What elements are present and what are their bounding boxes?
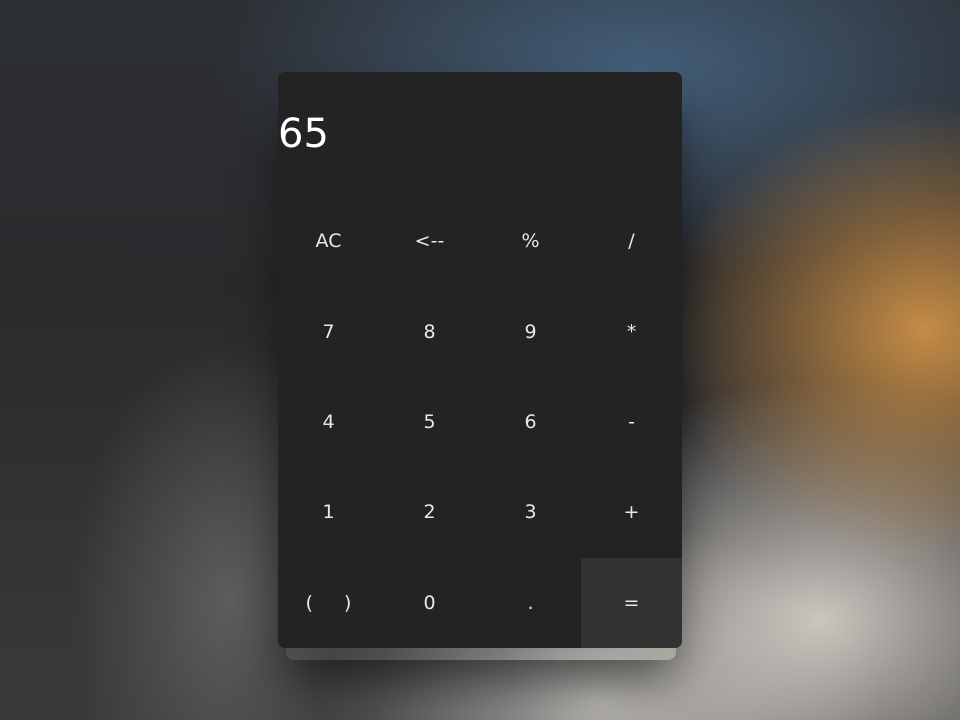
add-button[interactable]: + xyxy=(581,467,682,557)
digit-6-button[interactable]: 6 xyxy=(480,377,581,467)
decimal-button[interactable]: . xyxy=(480,558,581,648)
digit-5-button[interactable]: 5 xyxy=(379,377,480,467)
clear-button[interactable]: AC xyxy=(278,196,379,286)
calculator-display: 65 xyxy=(278,111,329,157)
divide-button[interactable]: / xyxy=(581,196,682,286)
close-paren-button[interactable]: ) xyxy=(344,592,351,614)
subtract-button[interactable]: - xyxy=(581,377,682,467)
keypad: AC <-- % / 7 8 9 * 4 5 6 - 1 2 3 + ( ) 0… xyxy=(278,196,682,648)
digit-0-button[interactable]: 0 xyxy=(379,558,480,648)
open-paren-button[interactable]: ( xyxy=(306,592,313,614)
backspace-button[interactable]: <-- xyxy=(379,196,480,286)
equals-button[interactable]: = xyxy=(581,557,682,648)
digit-9-button[interactable]: 9 xyxy=(480,286,581,376)
parentheses-cell: ( ) xyxy=(278,558,379,648)
calculator-window: 65 AC <-- % / 7 8 9 * 4 5 6 - 1 2 3 + ( … xyxy=(278,72,682,648)
digit-8-button[interactable]: 8 xyxy=(379,286,480,376)
digit-2-button[interactable]: 2 xyxy=(379,467,480,557)
digit-4-button[interactable]: 4 xyxy=(278,377,379,467)
digit-3-button[interactable]: 3 xyxy=(480,467,581,557)
digit-1-button[interactable]: 1 xyxy=(278,467,379,557)
percent-button[interactable]: % xyxy=(480,196,581,286)
digit-7-button[interactable]: 7 xyxy=(278,286,379,376)
multiply-button[interactable]: * xyxy=(581,286,682,376)
